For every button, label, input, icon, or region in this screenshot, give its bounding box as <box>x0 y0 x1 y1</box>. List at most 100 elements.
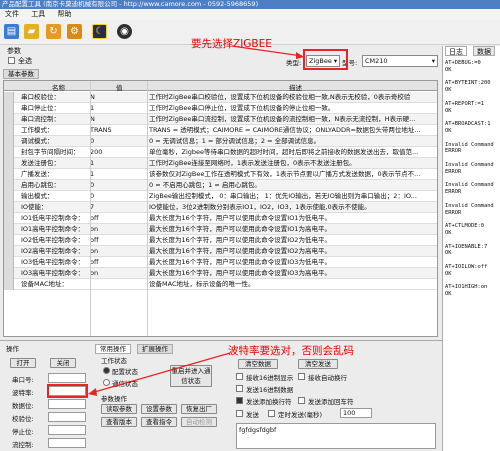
select-all-checkbox[interactable] <box>8 57 15 64</box>
open-folder-icon[interactable]: ▰ <box>24 24 39 39</box>
hex-send-label: 发送16进制数据 <box>246 386 294 394</box>
port-label: 串口号: <box>12 376 34 384</box>
stopbits-select[interactable] <box>48 425 86 435</box>
table-row[interactable]: IO3低电平控制命令： off 最大长度为16个字符，用户可以使用此命令设置IO3为… <box>4 257 437 268</box>
save-icon[interactable]: ▤ <box>4 24 19 39</box>
table-row[interactable]: 广播发送： 1 该参数仅对ZigBee工作在透明模式下有效，1表示节点要以广播方式发… <box>4 169 437 180</box>
row-selector[interactable] <box>4 202 14 213</box>
row-selector[interactable] <box>4 257 14 268</box>
row-value[interactable]: off <box>90 213 145 223</box>
row-selector[interactable] <box>4 213 14 224</box>
globe-icon[interactable]: ◉ <box>117 24 132 39</box>
row-value[interactable]: 1 <box>90 169 145 179</box>
model-select-value: CM210 <box>365 57 388 65</box>
table-row[interactable]: 输出模式： 0 ZigBee输出控制模式， 0：串口输出； 1：优先IO输出，若无I… <box>4 191 437 202</box>
tab-data[interactable]: 数据 <box>473 46 495 56</box>
row-value[interactable]: on <box>90 224 145 234</box>
row-value[interactable]: off <box>90 257 145 267</box>
table-row[interactable]: 调试模式： 0 0 = 无调试信息；1 = 部分调试信息；2 = 全部调试信息。 <box>4 136 437 147</box>
menu-tools[interactable]: 工具 <box>31 10 45 18</box>
send-newline-checkbox[interactable] <box>236 397 243 404</box>
refresh-icon[interactable]: ↻ <box>46 24 61 39</box>
table-row[interactable]: IO1高电平控制命令： on 最大长度为16个字符，用户可以使用此命令设置IO1为高… <box>4 224 437 235</box>
row-value[interactable]: off <box>90 235 145 245</box>
tab-log[interactable]: 日志 <box>445 46 467 56</box>
row-value[interactable]: 200 <box>90 147 145 157</box>
table-row[interactable]: IO1低电平控制命令： off 最大长度为16个字符，用户可以使用此命令设置IO1为… <box>4 213 437 224</box>
set-params-button[interactable]: 设置参数 <box>141 404 177 414</box>
tab-basic-params[interactable]: 基本参数 <box>3 69 39 79</box>
row-name: 发送注册包： <box>21 159 60 167</box>
restore-factory-button[interactable]: 恢复出厂 <box>181 404 217 414</box>
table-row[interactable]: 封包字节间隔时间： 200 单位毫秒，Zigbee等待串口数据的超时时间，超时后即将… <box>4 147 437 158</box>
row-selector[interactable] <box>4 114 14 125</box>
row-selector[interactable] <box>4 235 14 246</box>
row-value[interactable]: 0 <box>90 180 145 190</box>
send-textarea[interactable]: fgfdgsfdgbf <box>236 423 436 449</box>
row-selector[interactable] <box>4 158 14 169</box>
timed-interval-input[interactable]: 100 <box>340 408 372 418</box>
table-row[interactable]: IO3高电平控制命令： on 最大长度为16个字符，用户可以使用此命令设置IO3为高… <box>4 268 437 279</box>
table-row[interactable]: 启用心跳包： 0 0 = 不启用心跳包；1 = 启用心跳包。 <box>4 180 437 191</box>
row-selector[interactable] <box>4 224 14 235</box>
row-selector[interactable] <box>4 279 14 290</box>
open-button[interactable]: 打开 <box>10 358 36 368</box>
moon-icon[interactable]: ☾ <box>92 24 107 39</box>
auto-wrap-checkbox[interactable] <box>298 373 305 380</box>
row-selector[interactable] <box>4 180 14 191</box>
row-selector[interactable] <box>4 169 14 180</box>
auto-detect-button[interactable]: 自动检测 <box>181 417 217 427</box>
table-row[interactable]: 串口流控制： N 工作时ZigBee串口流控制，设置成下位机设备的流控制相一致，N表… <box>4 114 437 125</box>
timed-send-ms-checkbox[interactable] <box>268 410 275 417</box>
row-selector[interactable] <box>4 92 14 103</box>
row-selector[interactable] <box>4 268 14 279</box>
databits-select[interactable] <box>48 399 86 409</box>
table-row[interactable]: IO2高电平控制命令： on 最大长度为16个字符，用户可以使用此命令设置IO2为高… <box>4 246 437 257</box>
hex-display-checkbox[interactable] <box>236 373 243 380</box>
flow-select[interactable] <box>48 438 86 448</box>
model-select[interactable]: CM210 ▾ <box>362 55 438 67</box>
row-value[interactable]: TRANS <box>90 125 145 135</box>
clear-send-button[interactable]: 清空发送 <box>298 359 338 369</box>
row-value[interactable]: on <box>90 246 145 256</box>
row-description: 最大长度为16个字符，用户可以使用此命令设置IO1为高电平。 <box>149 225 331 233</box>
table-row[interactable]: 串口校验位： N 工作时ZigBee串口校验位，设置成下位机设备的校验位相一致,N表… <box>4 92 437 103</box>
table-row[interactable]: 工作模式： TRANS TRANS = 透明模式；CAIMORE = CAIMORE… <box>4 125 437 136</box>
clear-data-button[interactable]: 清空数据 <box>238 359 278 369</box>
send-cr-checkbox[interactable] <box>298 397 305 404</box>
port-select[interactable] <box>48 373 86 383</box>
row-value[interactable]: 7 <box>90 202 145 212</box>
view-commands-button[interactable]: 查看指令 <box>141 417 177 427</box>
row-selector[interactable] <box>4 147 14 158</box>
settings-icon[interactable]: ⚙ <box>67 24 82 39</box>
menu-file[interactable]: 文件 <box>5 10 19 18</box>
table-row[interactable]: 发送注册包： 1 工作时ZigBee连接至网络时，1表示发送注册包，0表示不发送注册… <box>4 158 437 169</box>
timed-send-checkbox[interactable] <box>236 410 243 417</box>
view-version-button[interactable]: 查看版本 <box>101 417 137 427</box>
arrow-annotation-bottom <box>88 352 231 396</box>
table-row[interactable]: IO2低电平控制命令： off 最大长度为16个字符，用户可以使用此命令设置IO2为… <box>4 235 437 246</box>
row-value[interactable]: 1 <box>90 158 145 168</box>
read-params-button[interactable]: 读取参数 <box>101 404 137 414</box>
row-value[interactable]: N <box>90 92 145 102</box>
row-value[interactable]: 0 <box>90 136 145 146</box>
parity-select[interactable] <box>48 412 86 422</box>
row-selector[interactable] <box>4 246 14 257</box>
row-selector[interactable] <box>4 136 14 147</box>
row-description: IO使能位，3位2进制数分别表示IO1，IO2，IO3，1表示使能,0表示不使能… <box>149 203 371 211</box>
table-row[interactable]: 设备MAC地址： 设备MAC地址，标示设备的唯一性。 <box>4 279 437 290</box>
row-selector[interactable] <box>4 103 14 114</box>
table-row[interactable]: 串口停止位： 1 工作时ZigBee串口停止位，设置成下位机设备的停止位相一致。 <box>4 103 437 114</box>
menu-help[interactable]: 帮助 <box>57 10 71 18</box>
row-selector[interactable] <box>4 191 14 202</box>
row-value[interactable]: 0 <box>90 191 145 201</box>
row-value[interactable]: N <box>90 114 145 124</box>
row-description: 工作时ZigBee串口停止位，设置成下位机设备的停止位相一致。 <box>149 104 335 112</box>
send-cr-label: 发送添加回车符 <box>308 398 354 406</box>
table-row[interactable]: IO使能： 7 IO使能位，3位2进制数分别表示IO1，IO2，IO3，1表示使能,… <box>4 202 437 213</box>
row-value[interactable]: 1 <box>90 103 145 113</box>
row-value[interactable]: on <box>90 268 145 278</box>
close-button[interactable]: 关闭 <box>50 358 76 368</box>
hex-send-checkbox[interactable] <box>236 385 243 392</box>
row-selector[interactable] <box>4 125 14 136</box>
